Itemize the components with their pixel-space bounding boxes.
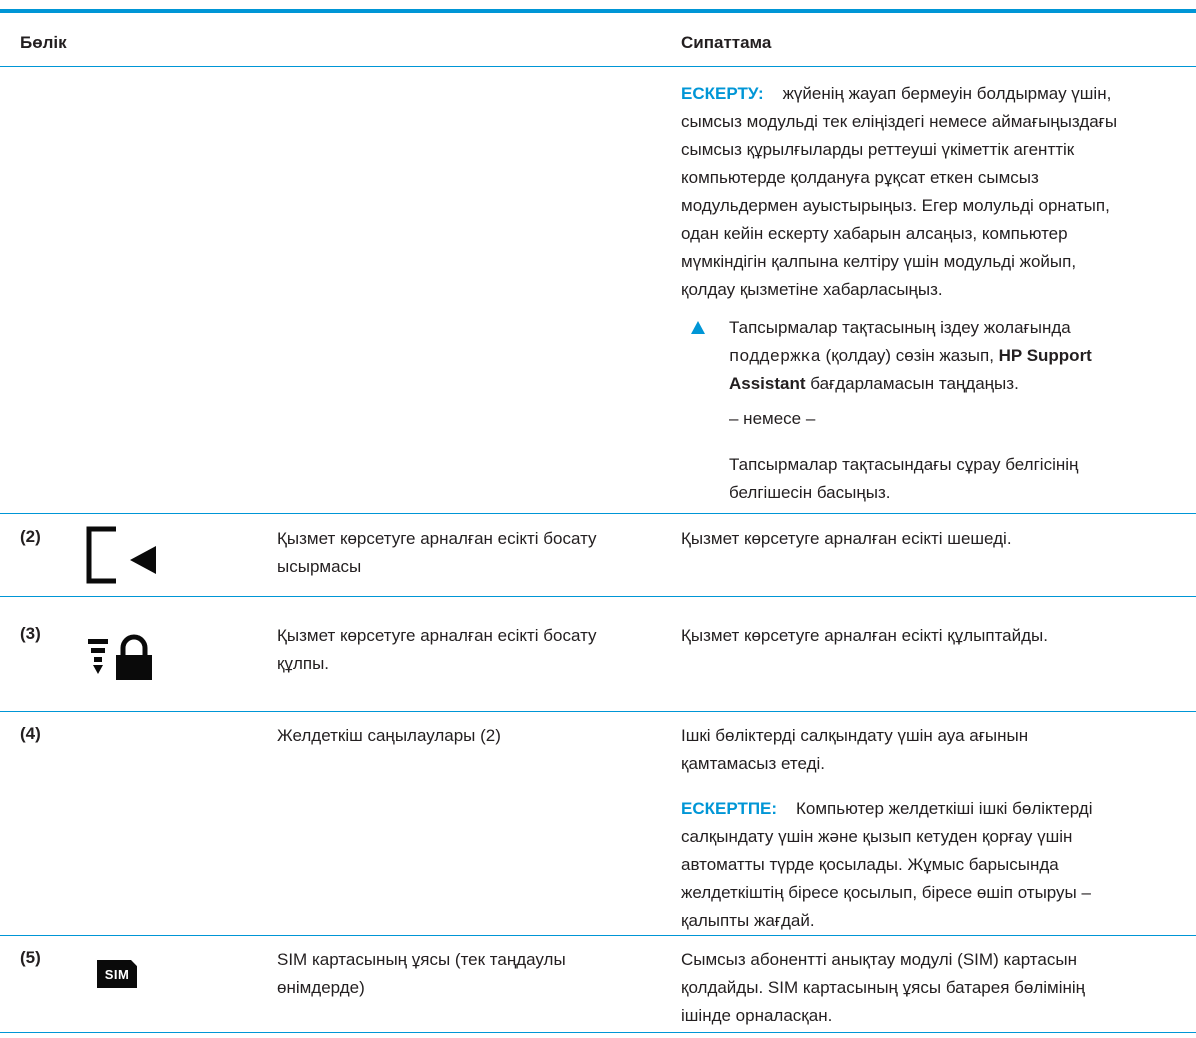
row-divider (0, 596, 1196, 597)
row-divider (0, 711, 1196, 712)
note-text: желдеткіштің біресе қосылып, біресе өшіп… (681, 883, 1091, 902)
caution-text: сымсыз құрылғыларды реттеуші үкіметтік а… (681, 140, 1075, 159)
step-text: белгішесін басыңыз. (729, 483, 891, 502)
search-term-code: поддержка (729, 348, 821, 367)
caution-text: жүйенің жауап бермеуін болдырмау үшін, (782, 84, 1112, 103)
sim-icon: SIM (97, 960, 137, 988)
note-text: Компьютер желдеткіші ішкі бөліктерді (795, 799, 1093, 818)
or-separator: – немесе – (729, 409, 816, 428)
step-text: Тапсырмалар тақтасындағы сұрау белгісіні… (729, 455, 1079, 474)
part-name: Қызмет көрсетуге арналған есікті босату (277, 626, 597, 645)
header-bottom-rule (0, 66, 1196, 67)
service-door-lock-icon (88, 634, 152, 680)
part-name: құлпы. (277, 654, 330, 673)
part-description: Ішкі бөліктерді салқындату үшін ауа ағын… (681, 726, 1029, 745)
column-header-part: Бөлік (20, 33, 67, 52)
part-name: өнімдерде) (277, 978, 365, 997)
part-description: ішінде орналасқан. (681, 1006, 833, 1025)
row-number: (4) (20, 724, 41, 743)
note-label: ЕСКЕРТПЕ: (681, 799, 778, 818)
part-name: ысырмасы (277, 557, 362, 576)
part-description: қамтамасыз етеді. (681, 754, 825, 773)
note-text: автоматты түрде қосылады. Жұмыс барысынд… (681, 855, 1059, 874)
part-name: Қызмет көрсетуге арналған есікті босату (277, 529, 597, 548)
row-divider (0, 1032, 1196, 1033)
part-description: Қызмет көрсетуге арналған есікті құлыпта… (681, 626, 1048, 645)
part-name: SIM картасының ұясы (тек таңдаулы (277, 950, 566, 969)
caution-text: модульдермен ауыстырыңыз. Егер молульді … (681, 196, 1110, 215)
caution-text: мүмкіндігін қалпына келтіру үшін модульд… (681, 252, 1077, 271)
app-name: Assistant (729, 374, 806, 393)
part-description: Қызмет көрсетуге арналған есікті шешеді. (681, 529, 1012, 548)
step-text: бағдарламасын таңдаңыз. (805, 374, 1019, 393)
part-name: Желдеткіш саңылаулары (2) (277, 726, 501, 745)
note-text: қалыпты жағдай. (681, 911, 815, 930)
row-divider (0, 935, 1196, 936)
row-number: (5) (20, 948, 41, 967)
caution-text: сымсыз модульді тек еліңіздегі немесе ай… (681, 112, 1118, 131)
step-text: Тапсырмалар тақтасының іздеу жолағында (729, 318, 1071, 337)
caution-text: одан кейін ескерту хабарын алсаңыз, комп… (681, 224, 1068, 243)
note-text: салқындату үшін және қызып кетуден қорға… (681, 827, 1073, 846)
row-divider (0, 513, 1196, 514)
part-description: қолдайды. SIM картасының ұясы батарея бө… (681, 978, 1086, 997)
row-number: (3) (20, 624, 41, 643)
step-bullet-triangle-icon (691, 321, 705, 334)
app-name: HP Support (998, 346, 1092, 365)
part-description: Сымсыз абонентті анықтау модулі (SIM) ка… (681, 950, 1077, 969)
column-header-description: Сипаттама (681, 33, 772, 52)
header-top-rule (0, 9, 1196, 13)
service-door-release-latch-icon (86, 526, 156, 584)
caution-label: ЕСКЕРТУ: (681, 84, 764, 103)
caution-text: компьютерде қолдануға рұқсат еткен сымсы… (681, 168, 1039, 187)
caution-text: қолдау қызметіне хабарласыңыз. (681, 280, 943, 299)
row-number: (2) (20, 527, 41, 546)
step-text: (қолдау) сөзін жазып, (820, 346, 999, 365)
